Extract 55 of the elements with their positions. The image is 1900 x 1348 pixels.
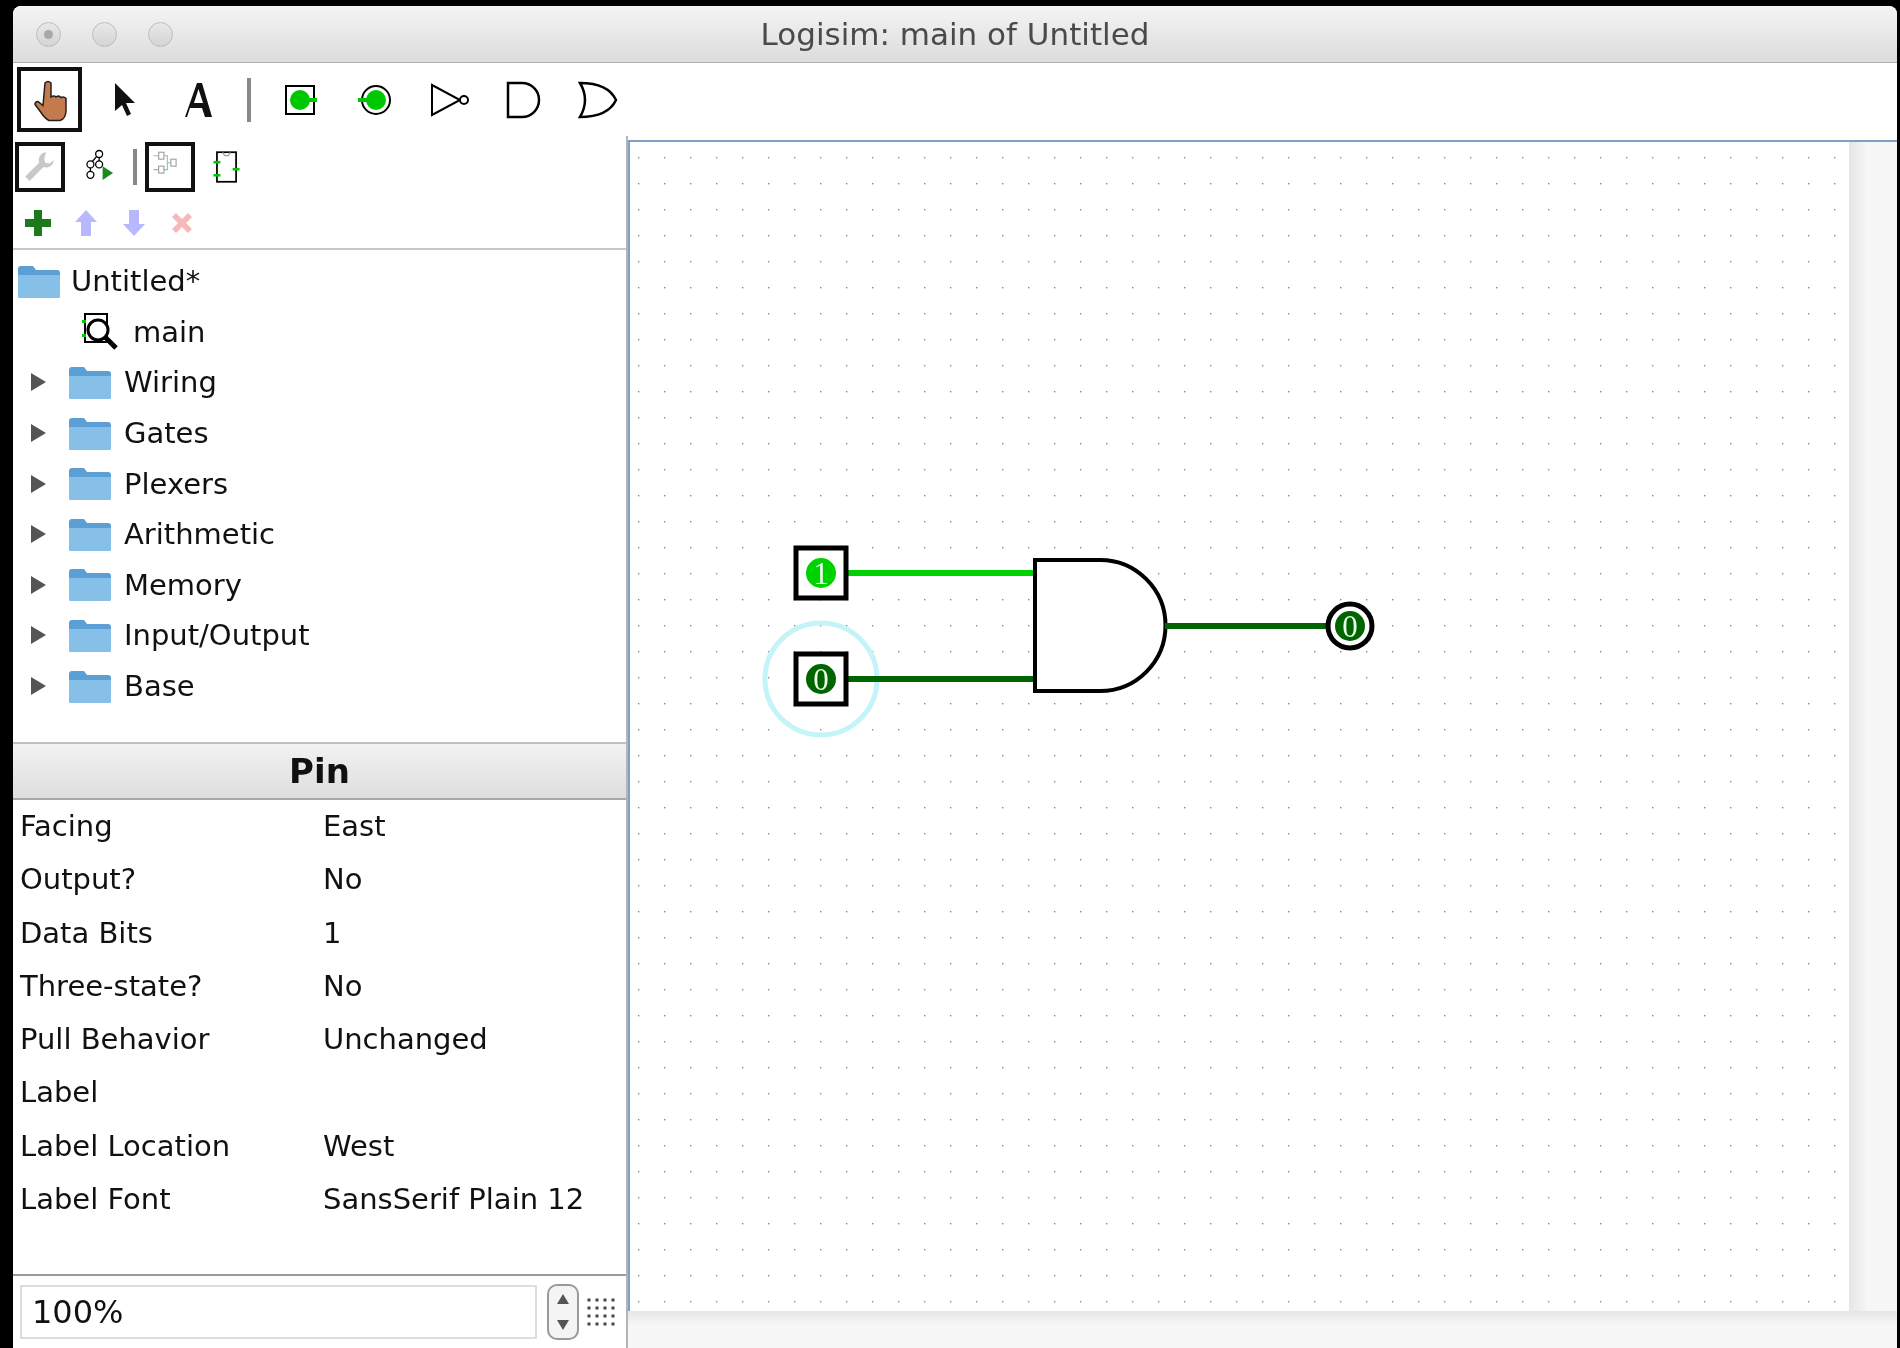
expand-arrow-icon[interactable] bbox=[28, 523, 48, 546]
tree-item[interactable]: Untitled* bbox=[71, 264, 201, 299]
tool-button[interactable] bbox=[15, 142, 65, 192]
attribute-name: Label Location bbox=[19, 1128, 232, 1163]
expand-arrow-icon[interactable] bbox=[28, 472, 48, 495]
attribute-name: Three-state? bbox=[19, 968, 204, 1003]
folder-icon bbox=[68, 516, 112, 552]
tree-item[interactable]: Wiring bbox=[124, 365, 217, 400]
tree-item[interactable]: Arithmetic bbox=[124, 517, 276, 552]
folder-icon bbox=[68, 365, 112, 400]
attribute-name: Label Font bbox=[19, 1182, 172, 1217]
zoom-spinner[interactable] bbox=[547, 1284, 579, 1340]
folder-icon bbox=[68, 567, 112, 603]
attribute-name: Facing bbox=[19, 809, 114, 843]
folder-icon bbox=[17, 263, 61, 299]
window-title: Logisim: main of Untitled bbox=[760, 16, 1150, 52]
grip-icon[interactable] bbox=[587, 1298, 615, 1326]
attribute-value[interactable]: 1 bbox=[323, 915, 342, 950]
tool-button[interactable] bbox=[145, 142, 195, 192]
attribute-value[interactable]: West bbox=[323, 1128, 395, 1163]
folder-icon bbox=[68, 668, 112, 704]
scroll-track[interactable] bbox=[1849, 140, 1897, 1311]
scroll-track[interactable] bbox=[628, 1311, 1897, 1348]
add-button[interactable] bbox=[23, 208, 53, 238]
tree-item[interactable]: Plexers bbox=[124, 466, 229, 501]
input-pin[interactable]: 0 bbox=[793, 651, 849, 707]
attribute-value[interactable]: East bbox=[323, 809, 386, 843]
zoom-field[interactable]: 100% bbox=[20, 1285, 537, 1339]
tree-item[interactable]: Input/Output bbox=[124, 618, 310, 653]
tree-item[interactable]: main bbox=[133, 314, 206, 349]
attribute-value[interactable]: No bbox=[323, 968, 363, 1003]
panel-title: Pin bbox=[289, 751, 350, 791]
folder-icon bbox=[68, 415, 112, 451]
tool-button[interactable] bbox=[17, 67, 82, 132]
circuit-canvas[interactable]: 1 0 0 bbox=[628, 140, 1849, 1311]
tree-item[interactable]: Gates bbox=[124, 416, 209, 451]
attribute-value[interactable]: SansSerif Plain 12 bbox=[323, 1182, 585, 1217]
attribute-name: Data Bits bbox=[19, 915, 154, 950]
expand-arrow-icon[interactable] bbox=[28, 675, 48, 698]
plus-icon bbox=[23, 208, 53, 238]
expand-arrow-icon[interactable] bbox=[28, 573, 48, 596]
tree-item[interactable]: Memory bbox=[124, 567, 242, 602]
expand-arrow-icon[interactable] bbox=[28, 422, 48, 445]
tree-item[interactable]: Base bbox=[124, 669, 195, 704]
attribute-name: Output? bbox=[19, 862, 138, 897]
expand-arrow-icon[interactable] bbox=[28, 371, 48, 394]
attribute-value[interactable]: No bbox=[323, 862, 363, 897]
attribute-name: Label bbox=[19, 1075, 100, 1110]
attribute-name: Pull Behavior bbox=[19, 1022, 211, 1057]
folder-icon bbox=[68, 466, 112, 502]
attribute-value[interactable]: Unchanged bbox=[323, 1022, 488, 1057]
folder-icon bbox=[68, 617, 112, 653]
output-pin[interactable]: 0 bbox=[1325, 601, 1375, 651]
expand-arrow-icon[interactable] bbox=[28, 624, 48, 647]
and-gate-drawing[interactable] bbox=[1033, 558, 1168, 693]
